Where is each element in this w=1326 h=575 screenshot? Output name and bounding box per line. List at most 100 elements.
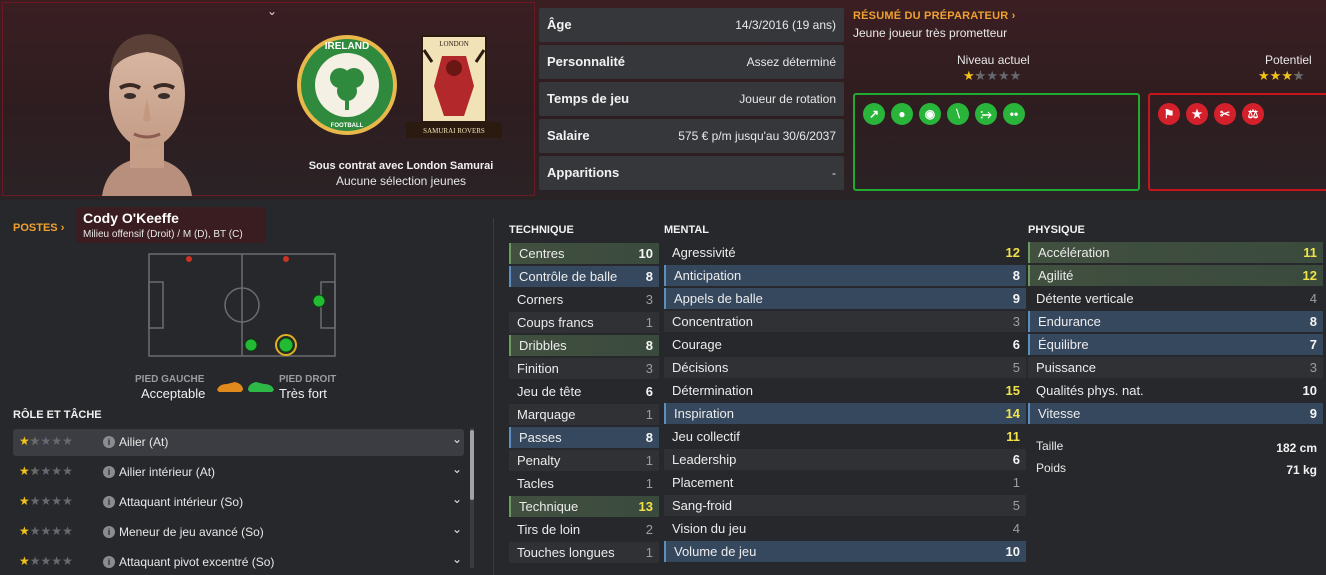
attribute-row[interactable]: Contrôle de balle 8 bbox=[509, 266, 659, 287]
flag-icon[interactable]: ⚑ bbox=[1158, 103, 1180, 125]
attribute-row[interactable]: Inspiration 14 bbox=[664, 403, 1026, 424]
potential-ability-label: Potentiel bbox=[1265, 53, 1312, 67]
attribute-value: 1 bbox=[645, 407, 653, 422]
attribute-name: Contrôle de balle bbox=[519, 269, 618, 284]
flask-icon[interactable]: ⚖ bbox=[1242, 103, 1264, 125]
weight-label: Poids bbox=[1036, 461, 1067, 475]
role-name: Attaquant pivot excentré (So) bbox=[119, 555, 275, 569]
attribute-row[interactable]: Jeu collectif 11 bbox=[664, 426, 1026, 447]
info-label: Salaire bbox=[547, 128, 590, 143]
attribute-name: Sang-froid bbox=[672, 498, 732, 513]
attribute-row[interactable]: Dribbles 8 bbox=[509, 335, 659, 356]
attribute-row[interactable]: Marquage 1 bbox=[509, 404, 659, 425]
positions-link[interactable]: POSTES › bbox=[13, 222, 64, 234]
attribute-row[interactable]: Agilité 12 bbox=[1028, 265, 1323, 286]
attribute-name: Décisions bbox=[672, 360, 729, 375]
attribute-row[interactable]: Corners 3 bbox=[509, 289, 659, 310]
info-value: - bbox=[832, 166, 836, 180]
attribute-row[interactable]: Accélération 11 bbox=[1028, 242, 1323, 263]
attribute-row[interactable]: Placement 1 bbox=[664, 472, 1026, 493]
attribute-row[interactable]: Sang-froid 5 bbox=[664, 495, 1026, 516]
attribute-name: Touches longues bbox=[517, 545, 615, 560]
roles-scrollbar-thumb[interactable] bbox=[470, 430, 474, 500]
chevron-down-icon[interactable]: ⌄ bbox=[452, 492, 462, 506]
attribute-row[interactable]: Puissance 3 bbox=[1028, 357, 1323, 378]
chevron-right-icon: › bbox=[1011, 10, 1016, 22]
attribute-row[interactable]: Qualités phys. nat. 10 bbox=[1028, 380, 1323, 401]
role-row[interactable]: ★★★★★★ i Ailier intérieur (At) ⌄ bbox=[13, 459, 464, 486]
coach-report-title: RÉSUMÉ DU PRÉPARATEUR bbox=[853, 10, 1009, 22]
attribute-row[interactable]: Concentration 3 bbox=[664, 311, 1026, 332]
chevron-down-icon[interactable]: ⌄ bbox=[452, 522, 462, 536]
role-row[interactable]: ★★★★★ i Attaquant pivot excentré (So) ⌄ bbox=[13, 549, 464, 575]
attribute-value: 1 bbox=[645, 545, 653, 560]
attribute-row[interactable]: Volume de jeu 10 bbox=[664, 541, 1026, 562]
negative-traits-box: ⚑ ★ ✂ ⚖ bbox=[1148, 93, 1326, 191]
attribute-value: 10 bbox=[638, 246, 653, 261]
attribute-row[interactable]: Finition 3 bbox=[509, 358, 659, 379]
chevron-down-icon[interactable]: ⌄ bbox=[263, 4, 281, 18]
info-icon[interactable]: i bbox=[103, 496, 115, 508]
attribute-row[interactable]: Vitesse 9 bbox=[1028, 403, 1323, 424]
attribute-name: Centres bbox=[519, 246, 565, 261]
attribute-row[interactable]: Agressivité 12 bbox=[664, 242, 1026, 263]
contract-text: Sous contrat avec London Samurai bbox=[308, 160, 494, 172]
info-icon[interactable]: i bbox=[103, 526, 115, 538]
info-icon[interactable]: i bbox=[103, 436, 115, 448]
attribute-row[interactable]: Jeu de tête 6 bbox=[509, 381, 659, 402]
bandage-icon[interactable]: ⧵ bbox=[947, 103, 969, 125]
scissors-icon[interactable]: ✂ bbox=[1214, 103, 1236, 125]
target-icon[interactable]: ◉ bbox=[919, 103, 941, 125]
star-icon[interactable]: ★ bbox=[1186, 103, 1208, 125]
brain-icon[interactable]: ● bbox=[891, 103, 913, 125]
attribute-row[interactable]: Appels de balle 9 bbox=[664, 288, 1026, 309]
attribute-row[interactable]: Centres 10 bbox=[509, 243, 659, 264]
position-dot-unrated bbox=[283, 256, 289, 262]
attribute-row[interactable]: Coups francs 1 bbox=[509, 312, 659, 333]
attribute-value: 10 bbox=[1302, 383, 1317, 398]
info-label: Apparitions bbox=[547, 165, 620, 180]
role-name: Attaquant intérieur (So) bbox=[119, 495, 244, 509]
trend-up-icon[interactable]: ↗ bbox=[863, 103, 885, 125]
attribute-name: Placement bbox=[672, 475, 734, 490]
attribute-row[interactable]: Endurance 8 bbox=[1028, 311, 1323, 332]
info-icon[interactable]: i bbox=[103, 556, 115, 568]
attribute-value: 12 bbox=[1302, 268, 1317, 283]
info-icon[interactable]: i bbox=[103, 466, 115, 478]
chevron-down-icon[interactable]: ⌄ bbox=[452, 552, 462, 566]
attribute-value: 1 bbox=[645, 315, 653, 330]
height-label: Taille bbox=[1036, 439, 1064, 453]
chevron-down-icon[interactable]: ⌄ bbox=[452, 432, 462, 446]
attribute-row[interactable]: Décisions 5 bbox=[664, 357, 1026, 378]
attribute-row[interactable]: Détente verticale 4 bbox=[1028, 288, 1323, 309]
right-boot-icon bbox=[248, 382, 274, 392]
attribute-name: Vision du jeu bbox=[672, 521, 747, 536]
attribute-row[interactable]: Équilibre 7 bbox=[1028, 334, 1323, 355]
badge-text-top: IRELAND bbox=[325, 41, 369, 52]
attribute-row[interactable]: Tacles 1 bbox=[509, 473, 659, 494]
info-label: Âge bbox=[547, 17, 572, 32]
attribute-row[interactable]: Détermination 15 bbox=[664, 380, 1026, 401]
attribute-row[interactable]: Tirs de loin 2 bbox=[509, 519, 659, 540]
role-row[interactable]: ★★★★★ i Meneur de jeu avancé (So) ⌄ bbox=[13, 519, 464, 546]
attribute-name: Accélération bbox=[1038, 245, 1110, 260]
chevron-down-icon[interactable]: ⌄ bbox=[452, 462, 462, 476]
attribute-name: Agilité bbox=[1038, 268, 1074, 283]
weight-value: 71 kg bbox=[1286, 463, 1317, 477]
attribute-row[interactable]: Courage 6 bbox=[664, 334, 1026, 355]
attribute-row[interactable]: Leadership 6 bbox=[664, 449, 1026, 470]
syringe-icon[interactable]: ⧴ bbox=[975, 103, 997, 125]
pills-icon[interactable]: •• bbox=[1003, 103, 1025, 125]
chevron-right-icon: › bbox=[60, 222, 65, 234]
role-stars: ★★★★★ bbox=[19, 524, 73, 538]
attribute-row[interactable]: Vision du jeu 4 bbox=[664, 518, 1026, 539]
role-row[interactable]: ★★★★★★ i Ailier (At) ⌄ bbox=[13, 429, 464, 456]
role-row[interactable]: ★★★★★ i Attaquant intérieur (So) ⌄ bbox=[13, 489, 464, 516]
attribute-row[interactable]: Penalty 1 bbox=[509, 450, 659, 471]
attribute-row[interactable]: Touches longues 1 bbox=[509, 542, 659, 563]
attribute-row[interactable]: Passes 8 bbox=[509, 427, 659, 448]
coach-report-link[interactable]: RÉSUMÉ DU PRÉPARATEUR › bbox=[853, 10, 1016, 22]
attribute-row[interactable]: Anticipation 8 bbox=[664, 265, 1026, 286]
attribute-row[interactable]: Technique 13 bbox=[509, 496, 659, 517]
attribute-name: Finition bbox=[517, 361, 559, 376]
